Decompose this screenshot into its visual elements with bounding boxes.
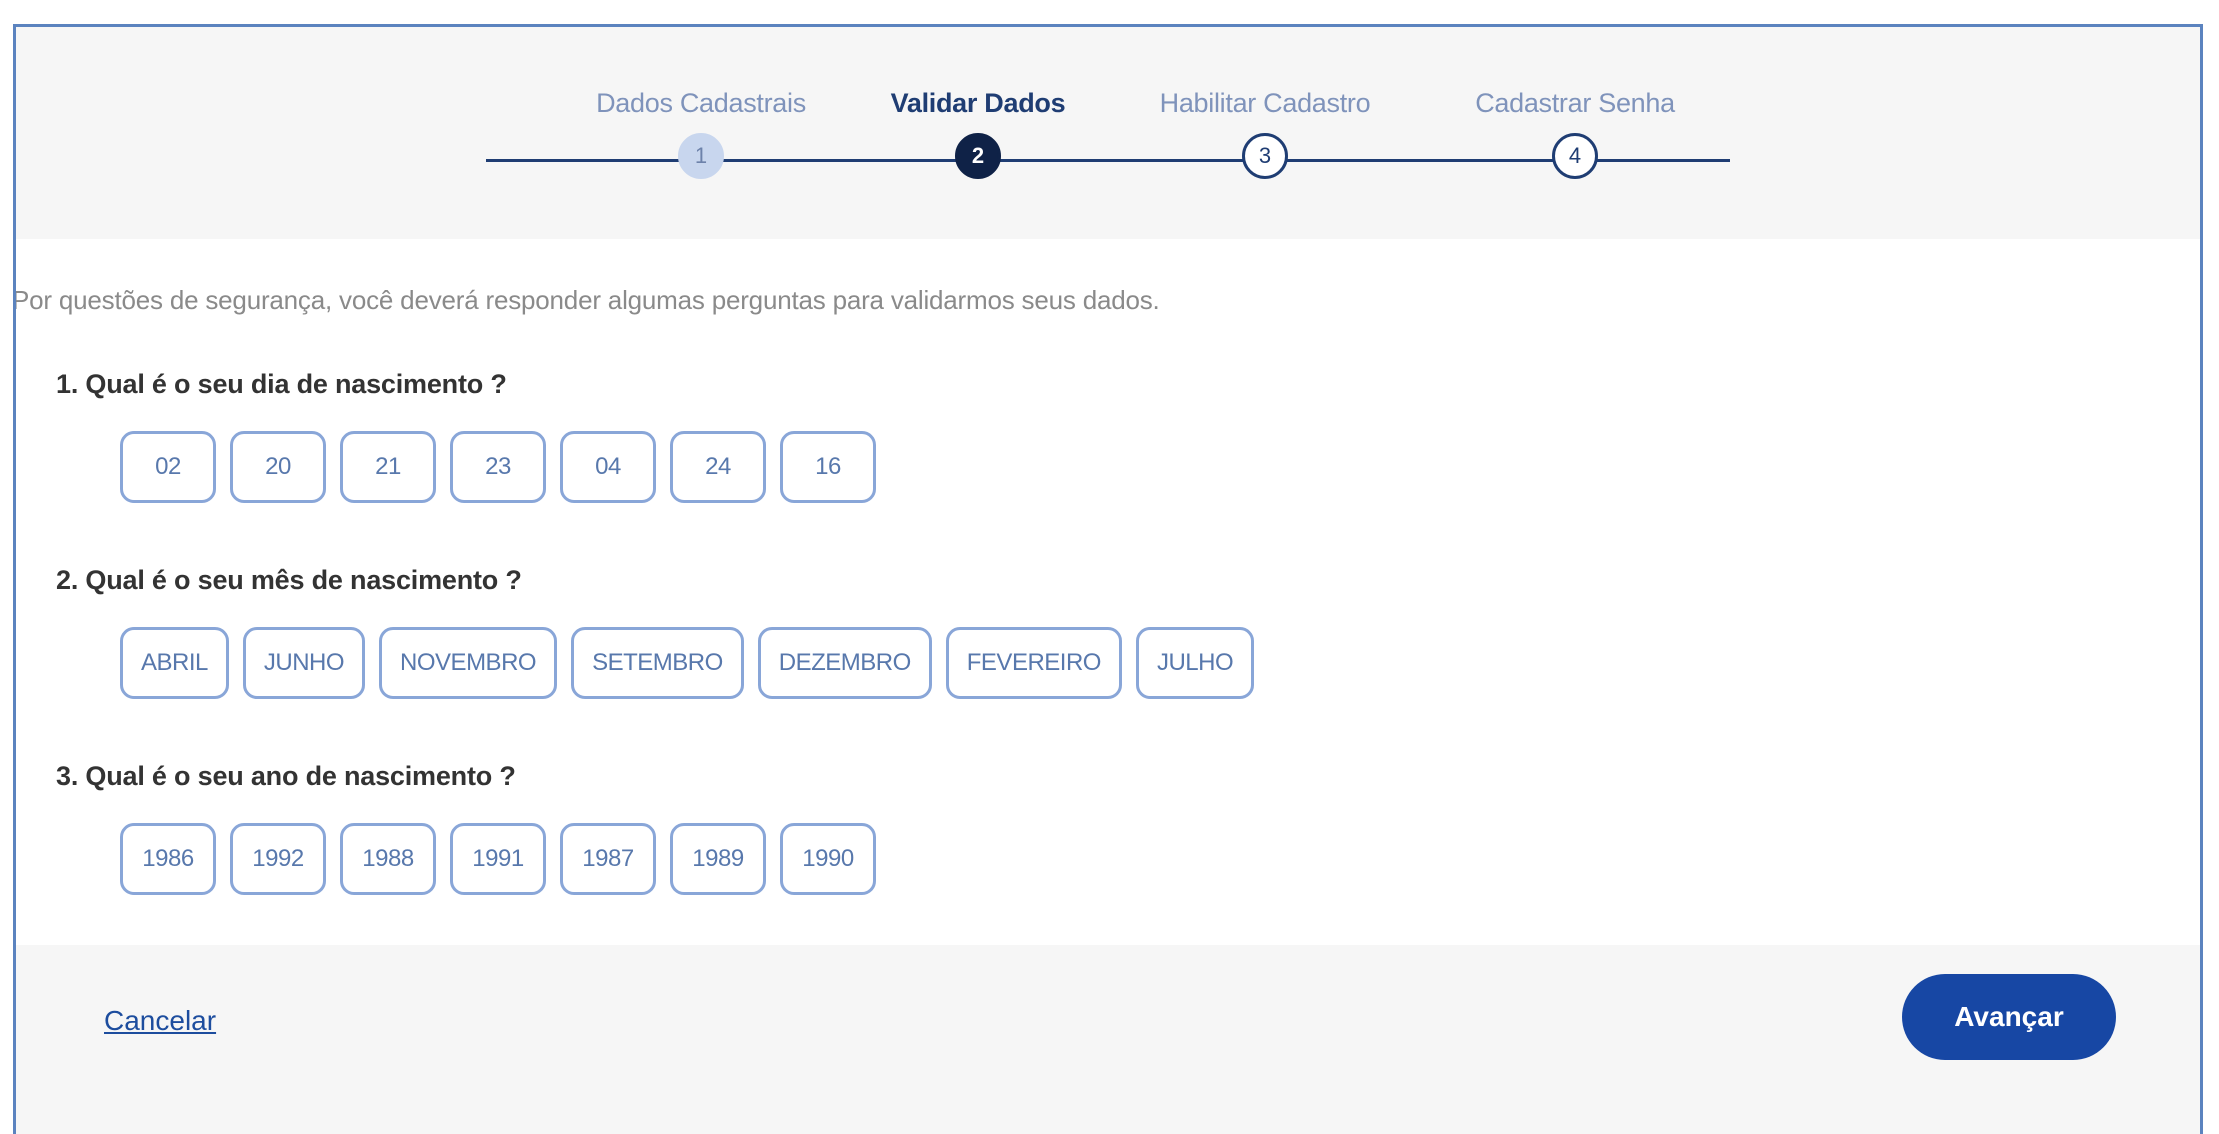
next-button[interactable]: Avançar (1902, 974, 2116, 1060)
step-number: 1 (678, 133, 724, 179)
step-number: 2 (955, 133, 1001, 179)
month-option[interactable]: NOVEMBRO (379, 627, 558, 699)
day-option[interactable]: 21 (340, 431, 436, 503)
day-options: 02 20 21 23 04 24 16 (120, 431, 876, 503)
step-label: Validar Dados (890, 88, 1066, 118)
step-number: 3 (1242, 133, 1288, 179)
month-option[interactable]: FEVEREIRO (945, 627, 1122, 699)
step-cadastrar-senha: Cadastrar Senha 4 (1425, 79, 1725, 179)
stepper: Dados Cadastrais 1 Validar Dados 2 Habil… (16, 27, 2200, 239)
cancel-link[interactable]: Cancelar (104, 1005, 216, 1037)
year-options: 1986 1992 1988 1991 1987 1989 1990 (120, 823, 876, 895)
day-option[interactable]: 16 (780, 431, 876, 503)
step-habilitar-cadastro: Habilitar Cadastro 3 (1115, 79, 1415, 179)
year-option[interactable]: 1988 (340, 823, 436, 895)
question-day: 1. Qual é o seu dia de nascimento ? (56, 369, 507, 399)
day-option[interactable]: 23 (450, 431, 546, 503)
step-label: Cadastrar Senha (1475, 88, 1675, 118)
month-option[interactable]: DEZEMBRO (757, 627, 932, 699)
question-year: 3. Qual é o seu ano de nascimento ? (56, 761, 516, 791)
question-month: 2. Qual é o seu mês de nascimento ? (56, 565, 522, 595)
footer-bar (16, 945, 2200, 1134)
month-option[interactable]: JUNHO (242, 627, 366, 699)
day-option[interactable]: 04 (560, 431, 656, 503)
year-option[interactable]: 1992 (230, 823, 326, 895)
validation-panel: Dados Cadastrais 1 Validar Dados 2 Habil… (13, 24, 2203, 1134)
year-option[interactable]: 1987 (560, 823, 656, 895)
year-option[interactable]: 1991 (450, 823, 546, 895)
intro-text: Por questões de segurança, você deverá r… (13, 285, 1160, 315)
year-option[interactable]: 1986 (120, 823, 216, 895)
step-dados-cadastrais: Dados Cadastrais 1 (551, 79, 851, 179)
step-validar-dados: Validar Dados 2 (828, 79, 1128, 179)
year-option[interactable]: 1990 (780, 823, 876, 895)
month-option[interactable]: SETEMBRO (571, 627, 744, 699)
year-option[interactable]: 1989 (670, 823, 766, 895)
day-option[interactable]: 02 (120, 431, 216, 503)
step-number: 4 (1552, 133, 1598, 179)
month-option[interactable]: JULHO (1135, 627, 1255, 699)
month-option[interactable]: ABRIL (120, 627, 229, 699)
day-option[interactable]: 20 (230, 431, 326, 503)
step-label: Dados Cadastrais (596, 88, 806, 118)
month-options: ABRIL JUNHO NOVEMBRO SETEMBRO DEZEMBRO F… (120, 627, 1255, 699)
day-option[interactable]: 24 (670, 431, 766, 503)
step-label: Habilitar Cadastro (1159, 88, 1371, 118)
